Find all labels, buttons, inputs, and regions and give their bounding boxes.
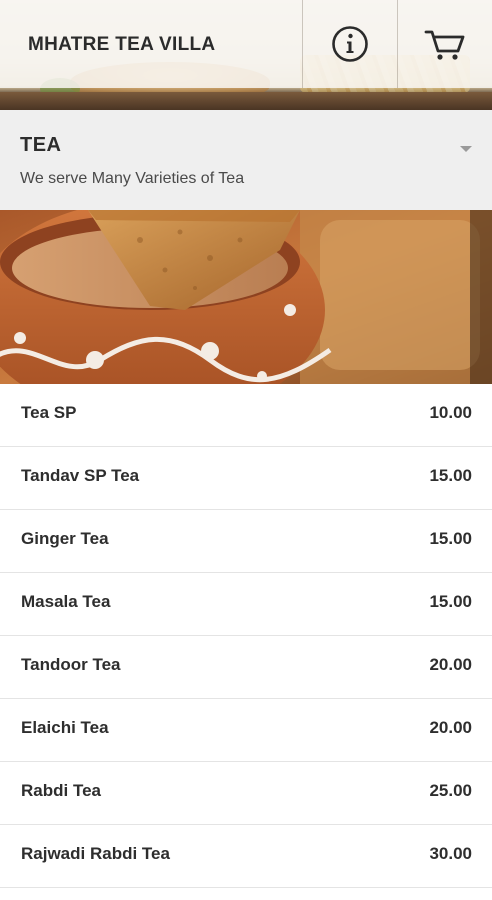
app-header: MHATRE TEA VILLA [0, 0, 492, 110]
category-banner-image [0, 210, 492, 384]
cart-icon [424, 30, 465, 60]
menu-item[interactable]: Tea SP 10.00 [0, 384, 492, 447]
menu-item-name: Tandoor Tea [21, 655, 121, 674]
menu-item-price: 20.00 [429, 655, 472, 674]
menu-item-name: Rajwadi Rabdi Tea [21, 844, 170, 863]
menu-item[interactable]: Rabdi Tea 25.00 [0, 762, 492, 825]
menu-item[interactable]: Tandoor Tea 20.00 [0, 636, 492, 699]
menu-item-name: Ginger Tea [21, 529, 109, 548]
menu-item-name: Rabdi Tea [21, 781, 101, 800]
menu-item[interactable]: Elaichi Tea 20.00 [0, 699, 492, 762]
app-screen: MHATRE TEA VILLA TEA We serve Many Varie… [0, 0, 492, 900]
app-title: MHATRE TEA VILLA [28, 34, 216, 55]
menu-item-price: 20.00 [429, 718, 472, 737]
cart-button[interactable] [398, 0, 492, 88]
category-title: TEA [20, 134, 62, 156]
category-subtitle: We serve Many Varieties of Tea [20, 170, 245, 187]
menu-item-price: 15.00 [429, 529, 472, 548]
menu-item[interactable]: Ginger Tea 15.00 [0, 510, 492, 573]
menu-item-price: 30.00 [429, 844, 472, 863]
info-icon [332, 26, 368, 62]
menu-item[interactable]: Masala Tea 15.00 [0, 573, 492, 636]
menu-item-price: 25.00 [429, 781, 472, 800]
menu-item[interactable]: Tandav SP Tea 15.00 [0, 447, 492, 510]
menu-item-name: Tea SP [21, 403, 77, 422]
menu-item-price: 15.00 [429, 466, 472, 485]
chevron-down-icon[interactable] [460, 146, 472, 152]
info-button[interactable] [303, 0, 397, 88]
menu-item-name: Elaichi Tea [21, 718, 109, 737]
menu-item[interactable]: Rajwadi Rabdi Tea 30.00 [0, 825, 492, 888]
menu-item-list: Tea SP 10.00 Tandav SP Tea 15.00 Ginger … [0, 384, 492, 888]
menu-item-name: Tandav SP Tea [21, 466, 140, 485]
category-header-tea[interactable]: TEA We serve Many Varieties of Tea [0, 110, 492, 211]
menu-item-price: 15.00 [429, 592, 472, 611]
menu-item-price: 10.00 [429, 403, 472, 422]
tea-and-rusk-illustration [0, 210, 492, 384]
menu-item-name: Masala Tea [21, 592, 111, 611]
